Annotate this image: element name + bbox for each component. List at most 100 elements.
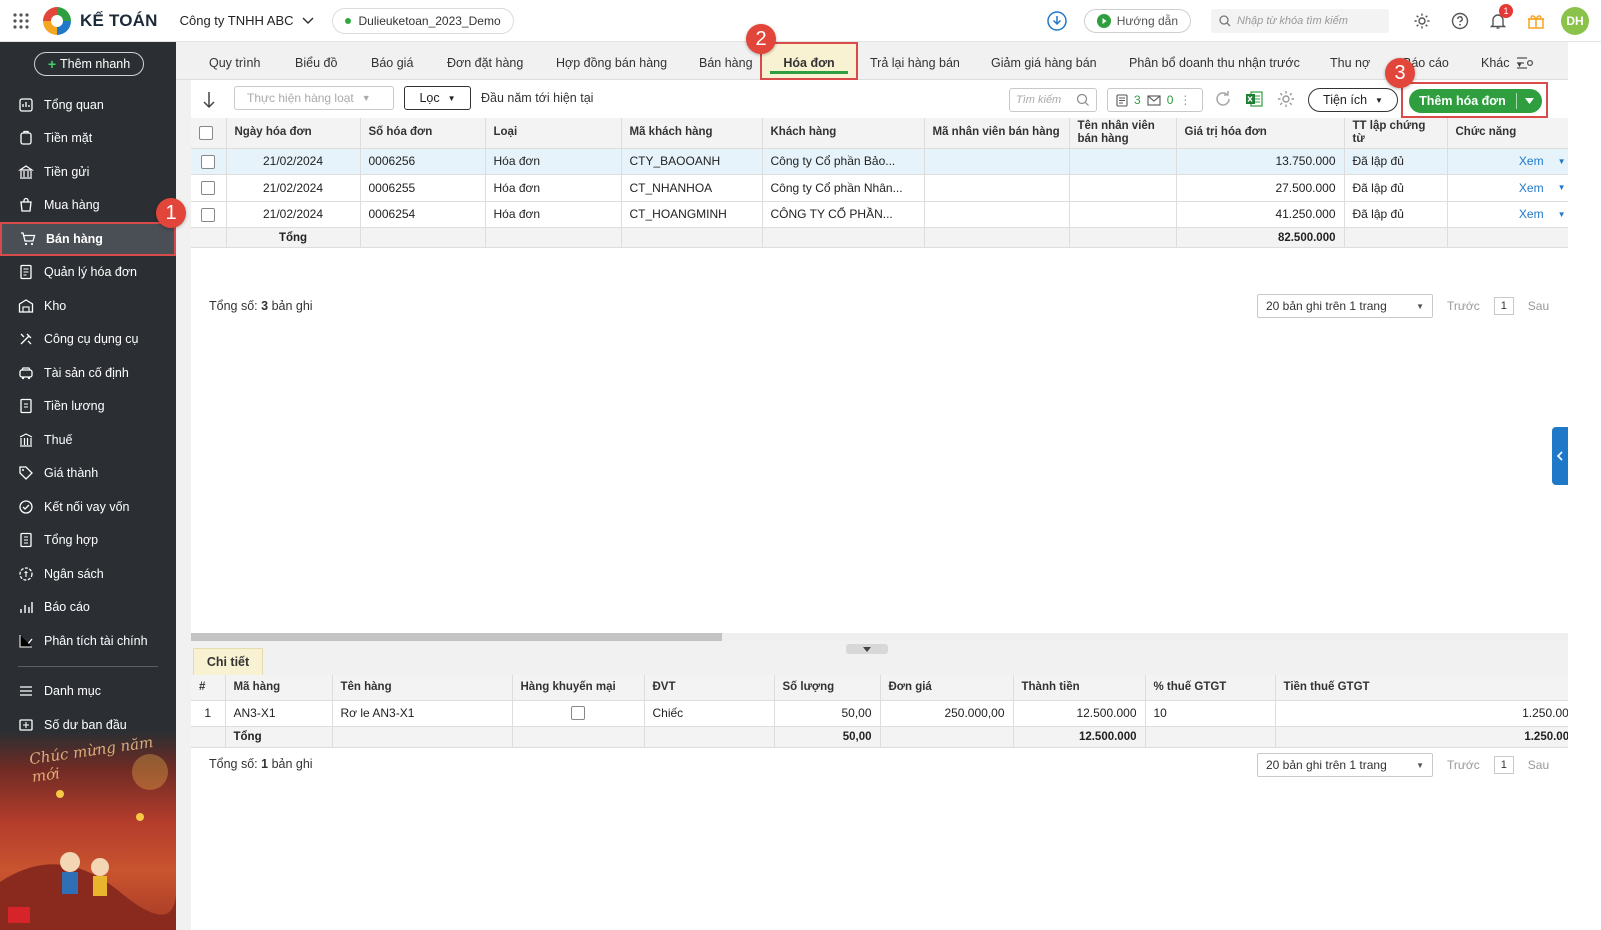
database-selector[interactable]: Dulieuketoan_2023_Demo: [331, 7, 514, 34]
tab-8[interactable]: Giảm giá hàng bán: [991, 42, 1097, 80]
sidebar-item-15[interactable]: Báo cáo: [0, 591, 176, 625]
column-header[interactable]: Ngày hóa đơn: [226, 118, 361, 149]
detail-column-header[interactable]: Tiền thuế GTGT: [1275, 675, 1585, 701]
sidebar-item-16[interactable]: Phân tích tài chính: [0, 624, 176, 658]
detail-column-header[interactable]: Đơn giá: [880, 675, 1014, 701]
column-header[interactable]: Mã khách hàng: [621, 118, 763, 149]
next-page-button[interactable]: Sau: [1528, 758, 1549, 772]
row-checkbox[interactable]: [201, 181, 216, 196]
global-search-input[interactable]: Nhập từ khóa tìm kiếm: [1211, 9, 1389, 33]
user-avatar[interactable]: DH: [1561, 7, 1589, 35]
select-all-checkbox[interactable]: [199, 125, 213, 140]
collapse-handle[interactable]: [846, 644, 888, 654]
tab-4[interactable]: Hợp đồng bán hàng: [556, 42, 667, 80]
apps-grid-icon[interactable]: [0, 12, 42, 29]
invoice-number-link[interactable]: 0006254: [360, 201, 486, 228]
gear-icon[interactable]: [1276, 89, 1296, 109]
horizontal-scrollbar[interactable]: [191, 633, 1584, 641]
table-row[interactable]: 21/02/2024 0006256 Hóa đơn CTY_BAOOANH Công …: [191, 148, 1585, 175]
sidebar-item-3[interactable]: Mua hàng: [0, 189, 176, 223]
sidebar-item-5[interactable]: Quản lý hóa đơn: [0, 256, 176, 290]
column-header[interactable]: Loại: [485, 118, 622, 149]
guide-button[interactable]: Hướng dẫn: [1083, 9, 1191, 33]
detail-column-header[interactable]: Tên hàng: [332, 675, 513, 701]
prev-page-button[interactable]: Trước: [1447, 758, 1480, 772]
company-selector[interactable]: Công ty TNHH ABC: [180, 13, 314, 28]
table-row[interactable]: 21/02/2024 0006255 Hóa đơn CT_NHANHOA Công t…: [191, 174, 1585, 202]
page-size-select[interactable]: 20 bản ghi trên 1 trang ▼: [1257, 294, 1433, 318]
document-counter[interactable]: 3 0 ⋮: [1107, 88, 1203, 112]
column-header[interactable]: Tên nhân viên bán hàng: [1069, 118, 1177, 149]
view-link[interactable]: Xem: [1519, 181, 1544, 195]
sidebar-item-1[interactable]: Tiền mặt: [0, 122, 176, 156]
caret-down-icon[interactable]: ▼: [1558, 210, 1566, 219]
detail-column-header[interactable]: % thuế GTGT: [1145, 675, 1276, 701]
sidebar-item-10[interactable]: Thuế: [0, 423, 176, 457]
tab-detail[interactable]: Chi tiết: [193, 648, 263, 675]
sidebar-item-12[interactable]: Kết nối vay vốn: [0, 490, 176, 524]
sidebar-item-4[interactable]: Bán hàng: [0, 222, 176, 256]
brand-logo[interactable]: KẾ TOÁN: [42, 6, 158, 36]
tab-10[interactable]: Thu nợ: [1330, 42, 1370, 80]
column-header[interactable]: Khách hàng: [762, 118, 925, 149]
sidebar-item-2[interactable]: Tiền gửi: [0, 155, 176, 189]
view-link[interactable]: Xem: [1519, 154, 1544, 168]
tab-6[interactable]: Hóa đơn: [760, 42, 858, 80]
caret-down-icon[interactable]: ▼: [1558, 183, 1566, 192]
invoice-number-link[interactable]: 0006256: [360, 148, 486, 175]
tab-0[interactable]: Quy trình: [209, 42, 260, 80]
sidebar-item-8[interactable]: Tài sản cố định: [0, 356, 176, 390]
column-header[interactable]: Mã nhân viên bán hàng: [924, 118, 1070, 149]
view-link[interactable]: Xem: [1519, 207, 1544, 221]
detail-row[interactable]: 1 AN3-X1 Rơ le AN3-X1 Chiếc 50,00 250.000,00 1…: [191, 700, 1585, 727]
tab-settings-icon[interactable]: [1516, 42, 1534, 80]
settings-icon[interactable]: [1403, 12, 1441, 30]
row-checkbox[interactable]: [201, 154, 216, 169]
scrollbar-thumb[interactable]: [191, 633, 722, 641]
sidebar-item-6[interactable]: Kho: [0, 289, 176, 323]
tab-9[interactable]: Phân bổ doanh thu nhận trước: [1129, 42, 1300, 80]
sidebar-item-13[interactable]: Tổng hợp: [0, 524, 176, 558]
notification-bell-icon[interactable]: 1: [1479, 4, 1517, 30]
invoice-number-link[interactable]: 0006255: [360, 174, 486, 202]
sidebar-item-0[interactable]: Tổng quan: [0, 88, 176, 122]
tab-1[interactable]: Biểu đồ: [295, 42, 337, 80]
add-invoice-button[interactable]: Thêm hóa đơn: [1409, 89, 1542, 113]
table-row[interactable]: 21/02/2024 0006254 Hóa đơn CT_HOANGMINH CÔNG…: [191, 201, 1585, 228]
prev-page-button[interactable]: Trước: [1447, 299, 1480, 313]
page-number[interactable]: 1: [1493, 297, 1514, 315]
tab-7[interactable]: Trả lại hàng bán: [870, 42, 960, 80]
detail-column-header[interactable]: Hàng khuyến mại: [512, 675, 645, 701]
quick-add-button[interactable]: + Thêm nhanh: [34, 52, 144, 76]
refresh-icon[interactable]: [1213, 89, 1233, 109]
table-search-input[interactable]: Tìm kiếm: [1009, 88, 1097, 112]
column-header[interactable]: TT lập chứng từ: [1344, 118, 1448, 149]
column-header[interactable]: Số hóa đơn: [360, 118, 486, 149]
tab-2[interactable]: Báo giá: [371, 42, 413, 80]
excel-export-icon[interactable]: [1244, 89, 1264, 109]
page-number[interactable]: 1: [1493, 756, 1514, 774]
download-icon[interactable]: [1046, 10, 1068, 32]
sidebar-item-9[interactable]: Tiền lương: [0, 390, 176, 424]
help-icon[interactable]: [1441, 12, 1479, 30]
detail-column-header[interactable]: Số lượng: [774, 675, 881, 701]
promo-checkbox[interactable]: [571, 706, 585, 721]
batch-action-button[interactable]: Thực hiện hàng loạt ▼: [234, 86, 394, 110]
detail-column-header[interactable]: #: [191, 675, 226, 701]
detail-column-header[interactable]: Mã hàng: [225, 675, 333, 701]
add-invoice-dropdown-icon[interactable]: [1516, 93, 1542, 109]
row-checkbox[interactable]: [201, 207, 216, 222]
detail-column-header[interactable]: Thành tiền: [1013, 675, 1146, 701]
detail-column-header[interactable]: ĐVT: [644, 675, 775, 701]
sidebar-item-7[interactable]: Công cụ dụng cụ: [0, 323, 176, 357]
caret-down-icon[interactable]: ▼: [1558, 157, 1566, 166]
tab-5[interactable]: Bán hàng: [699, 42, 753, 80]
sidebar-item-14[interactable]: Ngân sách: [0, 557, 176, 591]
tab-3[interactable]: Đơn đặt hàng: [447, 42, 523, 80]
column-header[interactable]: Giá trị hóa đơn: [1176, 118, 1345, 149]
sort-arrow-icon[interactable]: [203, 91, 219, 109]
gift-icon[interactable]: [1517, 11, 1555, 31]
column-header[interactable]: Chức năng: [1447, 118, 1585, 149]
sidebar-item-11[interactable]: Giá thành: [0, 457, 176, 491]
next-page-button[interactable]: Sau: [1528, 299, 1549, 313]
